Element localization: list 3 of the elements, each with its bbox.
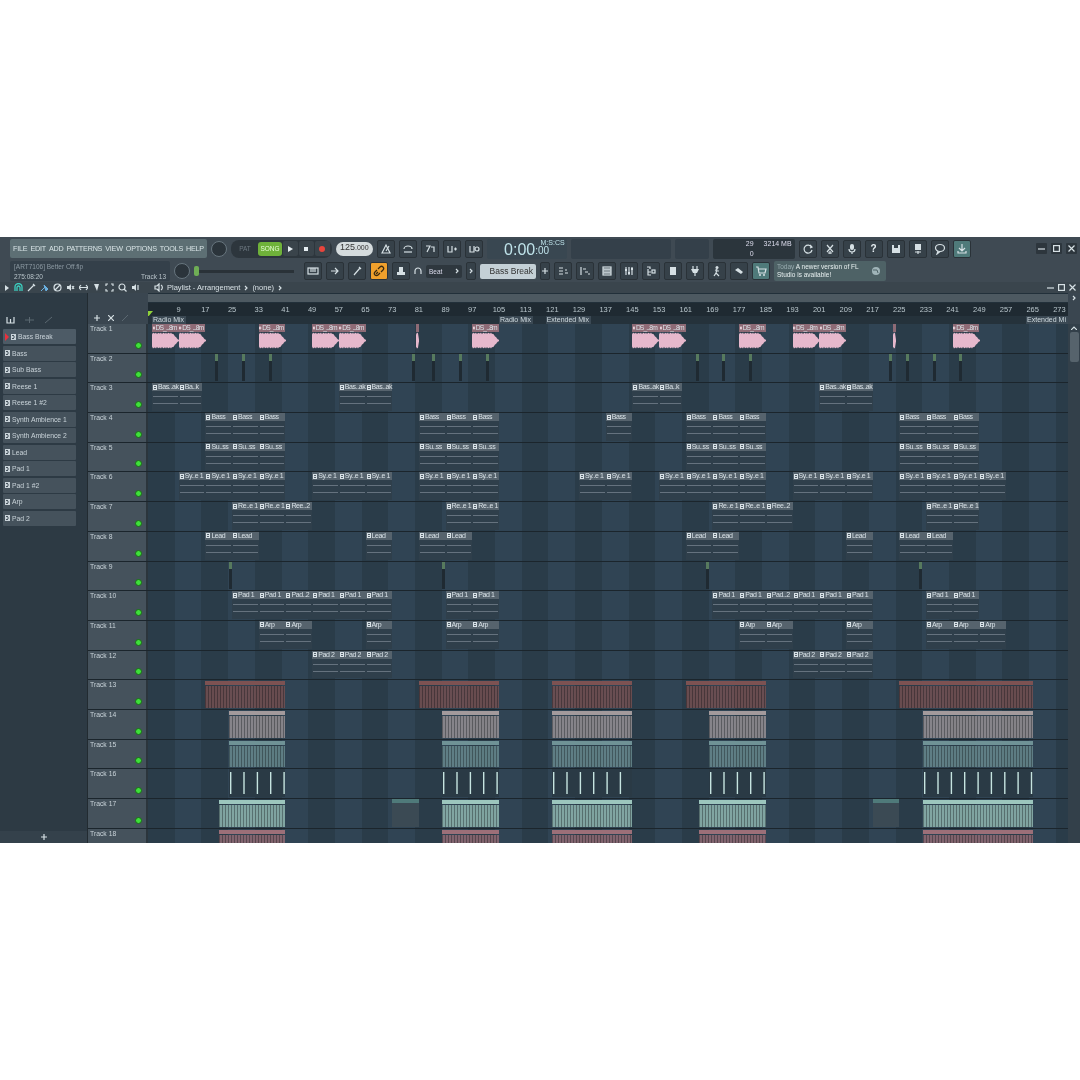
pattern-selector[interactable]: Bass Break (480, 263, 536, 279)
help-button[interactable]: ? (864, 239, 883, 258)
time-value: 0:00 (504, 240, 536, 259)
